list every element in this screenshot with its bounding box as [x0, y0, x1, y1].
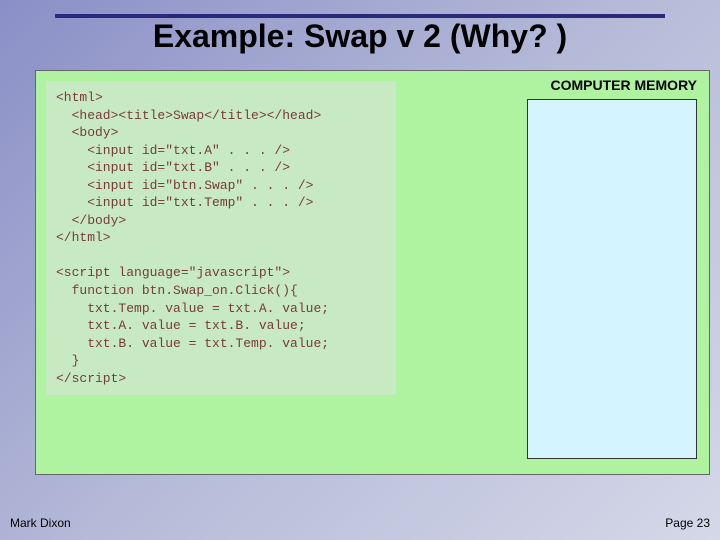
content-box: <html> <head><title>Swap</title></head> …: [35, 70, 710, 475]
memory-label: COMPUTER MEMORY: [551, 77, 697, 93]
memory-box: [527, 99, 697, 459]
code-block: <html> <head><title>Swap</title></head> …: [46, 81, 396, 395]
footer-author: Mark Dixon: [10, 516, 71, 530]
footer-page: Page 23: [665, 516, 710, 530]
slide-title: Example: Swap v 2 (Why? ): [55, 18, 665, 55]
